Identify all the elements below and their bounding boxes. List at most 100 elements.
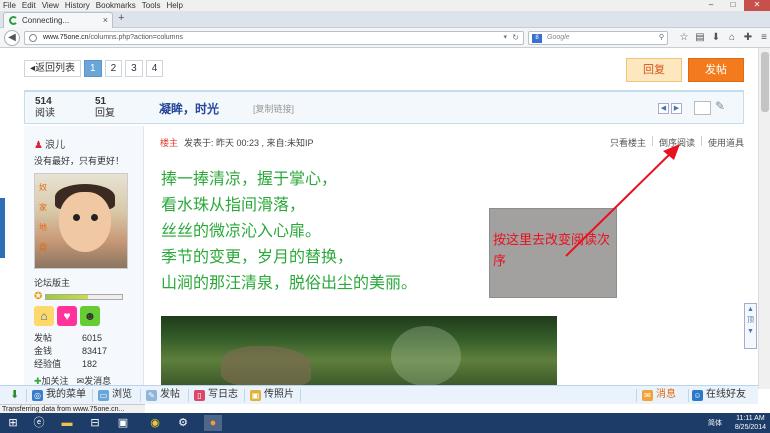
upload-photo-button[interactable]: ▣ 传照片: [250, 386, 294, 404]
thread-options-box[interactable]: [694, 101, 711, 115]
close-window-button[interactable]: ✕: [744, 0, 770, 11]
gear-icon[interactable]: ⚙: [174, 415, 192, 431]
app-icon[interactable]: ▣: [114, 415, 132, 431]
taskbar: ⊞ ⓔ ▬ ⊟ ▣ ◉ ⚙ ● 简体 11:11 AM 8/25/2014: [0, 413, 770, 433]
my-menu-button[interactable]: ◎ 我的菜单: [32, 386, 86, 404]
menu-view[interactable]: View: [39, 0, 62, 11]
downloads-icon[interactable]: ⬇: [710, 31, 722, 44]
views-count: 514: [35, 96, 52, 107]
stat-row: 发帖 6015: [34, 332, 107, 345]
system-clock[interactable]: 11:11 AM 8/25/2014: [735, 414, 766, 432]
search-input[interactable]: 8 Google ⚲: [528, 31, 668, 45]
store-icon[interactable]: ⊟: [86, 415, 104, 431]
left-side-tab[interactable]: [0, 198, 5, 258]
browse-button[interactable]: ▭ 浏览: [98, 386, 132, 404]
bookmark-star-icon[interactable]: ☆: [678, 31, 690, 44]
new-tab-button[interactable]: +: [118, 12, 124, 24]
pagination: ◂返回列表 1 2 3 4: [24, 60, 164, 77]
wrench-icon[interactable]: ✎: [715, 99, 725, 113]
reload-icon[interactable]: ↻: [512, 32, 519, 44]
online-friends-button[interactable]: ☺ 在线好友: [692, 386, 746, 404]
divider: [636, 389, 637, 402]
username[interactable]: 浪儿: [34, 136, 65, 151]
maximize-button[interactable]: □: [722, 0, 744, 11]
vertical-scrollbar[interactable]: [758, 48, 770, 389]
reply-button[interactable]: 回复: [626, 58, 682, 82]
back-button[interactable]: ◀: [4, 30, 20, 46]
globe-icon: [29, 34, 37, 42]
frog-badge-icon[interactable]: ☻: [80, 306, 100, 326]
firefox-icon[interactable]: ●: [204, 415, 222, 431]
menu-bookmarks[interactable]: Bookmarks: [93, 0, 139, 11]
menu-help[interactable]: Help: [163, 0, 185, 11]
use-item-link[interactable]: 使用道具: [708, 136, 744, 149]
thread-title: 凝眸，时光: [159, 102, 220, 116]
next-thread-icon[interactable]: ▶: [671, 103, 682, 114]
avatar-face: [59, 192, 111, 252]
menu-edit[interactable]: Edit: [19, 0, 39, 11]
menu-globe-icon: ◎: [32, 389, 43, 401]
envelope-icon: ✉: [642, 389, 653, 401]
divider: [688, 389, 689, 402]
heart-badge-icon[interactable]: ♥: [57, 306, 77, 326]
bookmarks-menu-icon[interactable]: ▤: [694, 31, 706, 44]
stat-label: 发帖: [34, 333, 53, 343]
divider: [300, 389, 301, 402]
post-line: 丝丝的微凉沁入心扉。: [161, 221, 322, 240]
post-line: 看水珠从指间滑落，: [161, 195, 306, 214]
menu-file[interactable]: File: [0, 0, 19, 11]
search-engine-icon[interactable]: 8: [532, 34, 542, 43]
divider: [92, 389, 93, 402]
write-diary-button[interactable]: ▯ 写日志: [194, 386, 238, 404]
download-icon[interactable]: ⬇: [10, 386, 19, 404]
language-indicator[interactable]: 简体: [708, 418, 722, 428]
new-post-button[interactable]: 发帖: [688, 58, 744, 82]
chrome-icon[interactable]: ◉: [146, 415, 164, 431]
tab-title: Connecting...: [22, 16, 70, 25]
prev-thread-icon[interactable]: ◀: [658, 103, 669, 114]
menu-icon[interactable]: ≡: [758, 31, 770, 44]
tab-close-icon[interactable]: ×: [103, 13, 108, 28]
annotation-arrow: [565, 144, 680, 257]
page-1-button[interactable]: 1: [84, 60, 102, 77]
copy-link-button[interactable]: [复制链接]: [253, 102, 294, 115]
ie-icon[interactable]: ⓔ: [30, 415, 48, 431]
divider: [140, 389, 141, 402]
replies-count: 51: [95, 96, 107, 107]
avatar-text-1: 奴: [39, 183, 47, 192]
menu-tools[interactable]: Tools: [139, 0, 164, 11]
home-badge-icon[interactable]: ⌂: [34, 306, 54, 326]
messages-button[interactable]: ✉ 消息: [642, 386, 676, 404]
post-line: 山涧的那汪清泉，脱俗出尘的美丽。: [161, 273, 418, 292]
divider: [188, 389, 189, 402]
avatar[interactable]: 奴 家 地 盘: [34, 173, 128, 269]
page-scroll-widget[interactable]: ▲ 顶 ▼: [744, 303, 757, 349]
minimize-button[interactable]: –: [700, 0, 722, 11]
url-bar[interactable]: www.75one.cn/columns.php?action=columns …: [24, 31, 524, 45]
addon-icon[interactable]: ✚: [742, 31, 754, 44]
user-profile-pane: 浪儿 没有最好，只有更好！ 奴 家 地 盘 论坛版主 ✪ ⌂ ♥ ☻ 发帖 601…: [24, 126, 144, 389]
home-icon[interactable]: ⌂: [726, 31, 738, 44]
page-3-button[interactable]: 3: [125, 60, 143, 77]
scrollbar-thumb[interactable]: [761, 52, 769, 112]
tab-connecting[interactable]: Connecting... ×: [3, 12, 113, 28]
thread-nav: ◀ ▶: [658, 103, 682, 114]
online-friends-label: 在线好友: [706, 389, 746, 400]
post-button[interactable]: ✎ 发帖: [146, 386, 180, 404]
user-stats: 发帖 6015 金钱 83417 经验值 182: [34, 332, 107, 371]
back-to-list-button[interactable]: ◂返回列表: [24, 60, 82, 77]
people-icon: ☺: [692, 389, 703, 401]
start-icon[interactable]: ⊞: [4, 415, 22, 431]
menu-history[interactable]: History: [62, 0, 93, 11]
upload-photo-label: 传照片: [264, 389, 294, 400]
views-stat: 514 阅读: [35, 96, 55, 120]
loading-spinner-icon: [9, 16, 18, 25]
replies-stat: 51 回复: [95, 96, 115, 120]
page-2-button[interactable]: 2: [104, 60, 123, 77]
search-icon[interactable]: ⚲: [659, 32, 664, 44]
page-4-button[interactable]: 4: [145, 60, 164, 77]
folder-icon[interactable]: ▬: [58, 415, 76, 431]
url-dropdown-icon[interactable]: ▾: [503, 32, 507, 44]
write-diary-label: 写日志: [208, 389, 238, 400]
stat-label: 金钱: [34, 346, 53, 356]
